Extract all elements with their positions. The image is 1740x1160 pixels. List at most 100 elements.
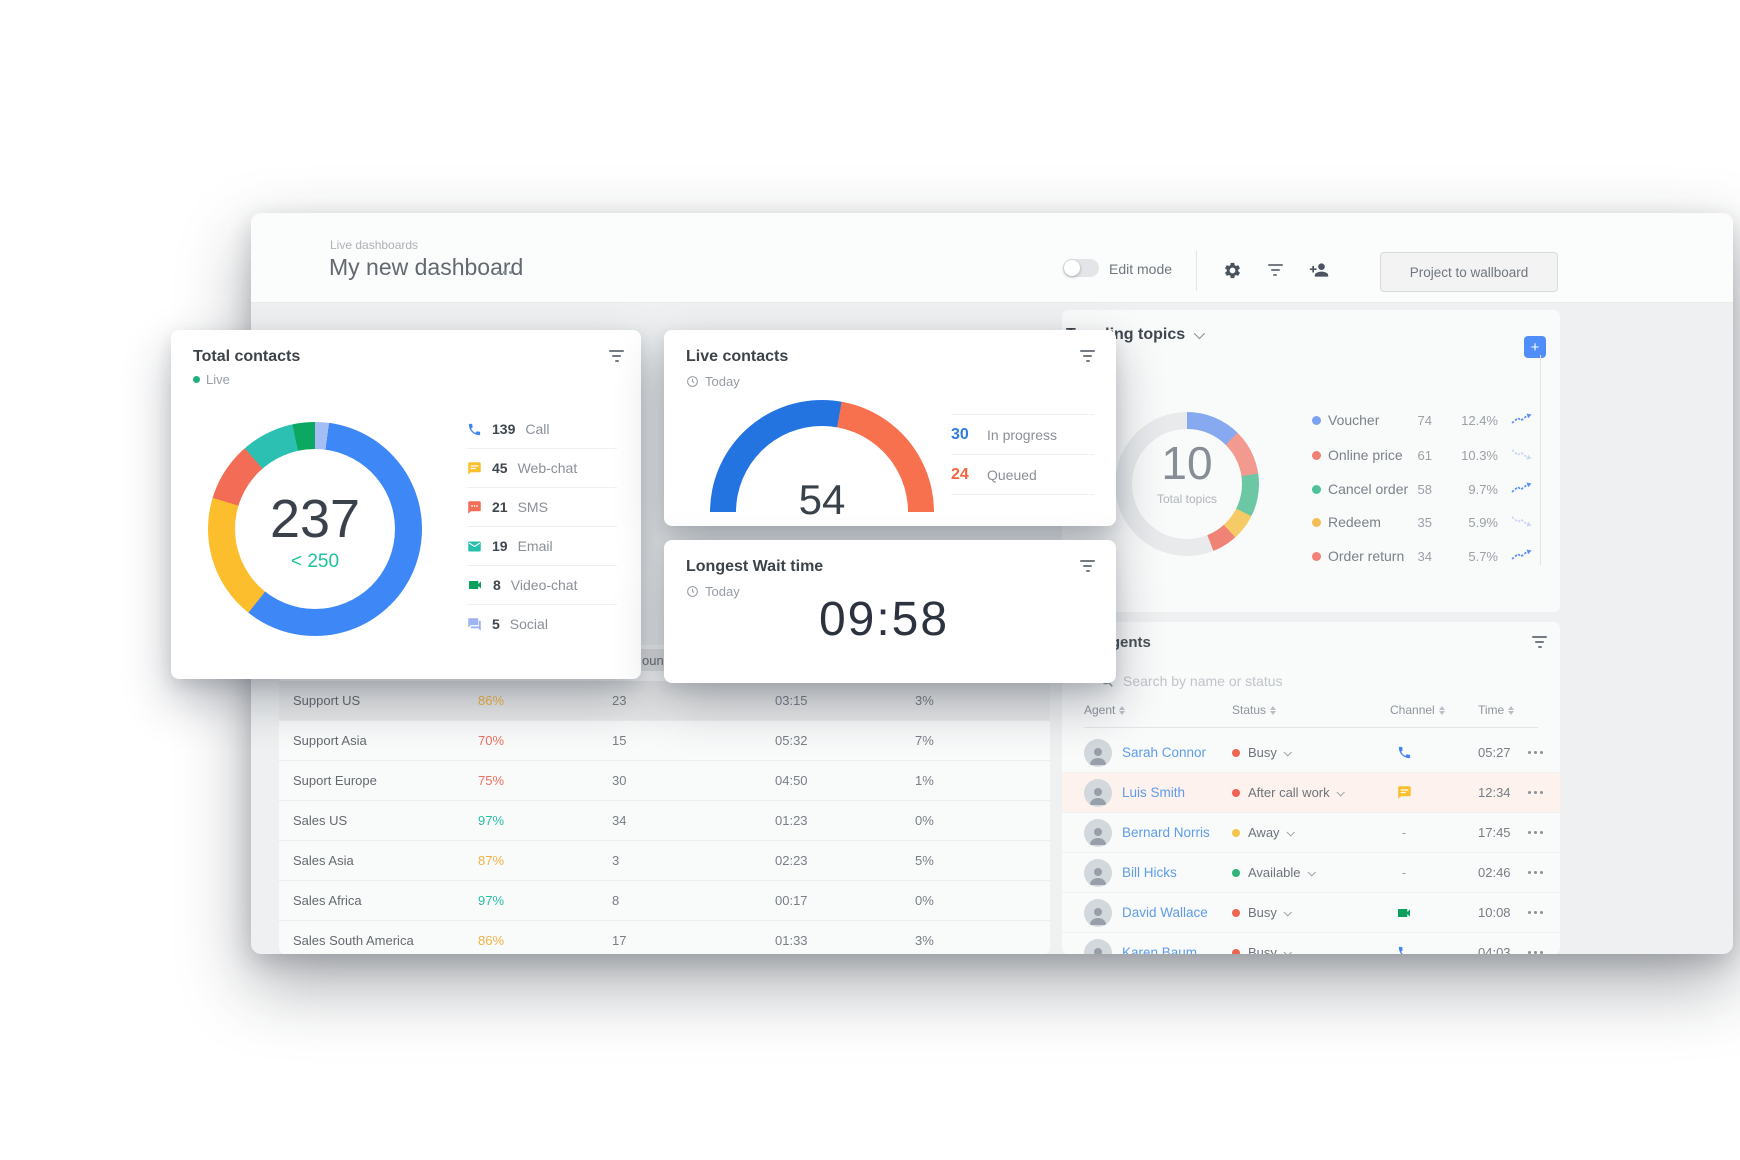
table-row[interactable]: Sales Asia 87% 3 02:23 5%: [279, 841, 1050, 881]
agent-time: 12:34: [1478, 773, 1511, 812]
column-header-agent[interactable]: Agent: [1084, 703, 1125, 717]
topic-value: 74: [1370, 413, 1432, 428]
chevron-down-icon: [1283, 948, 1291, 954]
filter-icon[interactable]: [1080, 350, 1095, 362]
live-contacts-value: 54: [762, 476, 882, 524]
trend-down-icon: [1510, 447, 1536, 463]
row-menu-ellipsis-icon[interactable]: [1528, 773, 1543, 812]
phone-icon: [467, 422, 482, 437]
queued-label: Queued: [987, 467, 1037, 483]
column-header-channel[interactable]: Channel: [1390, 703, 1445, 717]
card-title: Longest Wait time: [686, 558, 823, 576]
agent-row[interactable]: Luis Smith After call work - 12:34: [1062, 773, 1560, 813]
table-row[interactable]: Sales Africa 97% 8 00:17 0%: [279, 881, 1050, 921]
agent-name-link[interactable]: David Wallace: [1122, 893, 1208, 932]
trend-up-icon: [1510, 412, 1536, 428]
header-divider: [1084, 727, 1538, 728]
contacts-total: 237 < 250: [215, 492, 415, 573]
add-widget-icon[interactable]: +: [1524, 336, 1546, 358]
channel-cell: -: [1392, 733, 1416, 772]
queue-count: 3: [612, 841, 619, 880]
row-menu-ellipsis-icon[interactable]: [1528, 933, 1543, 954]
agent-name-link[interactable]: Luis Smith: [1122, 773, 1185, 812]
chevron-down-icon: [1194, 328, 1205, 339]
video-camera-icon: [1396, 905, 1412, 921]
status-dot: [1232, 869, 1240, 877]
agent-name-link[interactable]: Bill Hicks: [1122, 853, 1177, 892]
legend-value: 8: [493, 577, 501, 593]
channel-cell: -: [1392, 933, 1416, 954]
trend-up-icon: [1510, 548, 1536, 564]
queue-time: 05:32: [775, 721, 808, 760]
channels-legend: 139 Call 45 Web-chat 21 SMS 19 Email 8: [467, 410, 617, 643]
queues-rows: Support US 86% 23 03:15 3% Support Asia …: [279, 681, 1050, 954]
breadcrumb[interactable]: Live dashboards: [330, 238, 418, 252]
topic-percent: 5.9%: [1430, 515, 1498, 530]
row-menu-ellipsis-icon[interactable]: [1528, 813, 1543, 852]
table-row[interactable]: Suport Europe 75% 30 04:50 1%: [279, 761, 1050, 801]
column-header-time[interactable]: Time: [1478, 703, 1514, 717]
topic-row[interactable]: Online price 61 10.3%: [1062, 441, 1560, 471]
legend-value: 5: [492, 616, 500, 632]
status-dropdown[interactable]: Busy: [1248, 933, 1290, 954]
status-dropdown[interactable]: Away: [1248, 813, 1293, 852]
queue-name: Support Asia: [293, 721, 367, 760]
person-add-icon[interactable]: [1308, 259, 1330, 281]
agent-row[interactable]: Bill Hicks Available - 02:46: [1062, 853, 1560, 893]
avatar: [1084, 773, 1112, 812]
chevron-down-icon: [1336, 788, 1344, 796]
agent-row[interactable]: Karen Baum Busy - 04:03: [1062, 933, 1560, 954]
clock-icon: [686, 585, 699, 598]
table-row[interactable]: Sales South America 86% 17 01:33 3%: [279, 921, 1050, 954]
status-dropdown[interactable]: After call work: [1248, 773, 1343, 812]
status-dropdown[interactable]: Busy: [1248, 893, 1290, 932]
topic-row[interactable]: Redeem 35 5.9%: [1062, 508, 1560, 538]
live-dot-icon: [193, 376, 200, 383]
page: Live dashboards My new dashboard Edit mo…: [0, 0, 1740, 1160]
legend-label: Video-chat: [511, 577, 578, 593]
edit-mode-toggle[interactable]: [1063, 259, 1099, 277]
gear-icon[interactable]: [1221, 259, 1243, 281]
agent-row[interactable]: David Wallace Busy - 10:08: [1062, 893, 1560, 933]
column-header-status[interactable]: Status: [1232, 703, 1276, 717]
agent-row[interactable]: Sarah Connor Busy - 05:27: [1062, 733, 1560, 773]
stat-row: 30 In progress: [951, 414, 1094, 454]
total-contacts-card: Total contacts Live 237 < 250 139 Call 4…: [171, 330, 641, 679]
agent-row[interactable]: Bernard Norris Away - 17:45: [1062, 813, 1560, 853]
stat-row: 24 Queued: [951, 454, 1094, 495]
agent-time: 05:27: [1478, 733, 1511, 772]
queued-value: 24: [951, 466, 975, 484]
scrollbar[interactable]: [1540, 355, 1541, 565]
agent-name-link[interactable]: Sarah Connor: [1122, 733, 1206, 772]
agent-name-link[interactable]: Karen Baum: [1122, 933, 1197, 954]
queue-pct2: 7%: [915, 721, 934, 760]
filter-icon[interactable]: [1264, 259, 1286, 281]
channel-cell: -: [1392, 893, 1416, 932]
agent-time: 04:03: [1478, 933, 1511, 954]
table-row[interactable]: Support US 86% 23 03:15 3%: [279, 681, 1050, 721]
table-row[interactable]: Sales US 97% 34 01:23 0%: [279, 801, 1050, 841]
title-menu-ellipsis-icon[interactable]: [497, 271, 512, 274]
topic-row[interactable]: Voucher 74 12.4%: [1062, 406, 1560, 436]
trend-down-icon: [1510, 514, 1536, 530]
table-row[interactable]: Support Asia 70% 15 05:32 7%: [279, 721, 1050, 761]
queues-panel: ound Support US 86% 23 03:15 3% Support …: [279, 645, 1050, 954]
topic-row[interactable]: Order return 34 5.7%: [1062, 542, 1560, 572]
card-subtitle: Today: [686, 374, 740, 389]
row-menu-ellipsis-icon[interactable]: [1528, 853, 1543, 892]
row-menu-ellipsis-icon[interactable]: [1528, 893, 1543, 932]
filter-icon[interactable]: [1080, 560, 1095, 572]
status-dropdown[interactable]: Available: [1248, 853, 1314, 892]
row-menu-ellipsis-icon[interactable]: [1528, 733, 1543, 772]
search-input[interactable]: Search by name or status: [1100, 673, 1283, 689]
card-subtitle: Today: [686, 584, 740, 599]
filter-icon[interactable]: [609, 350, 624, 362]
agent-name-link[interactable]: Bernard Norris: [1122, 813, 1210, 852]
topic-row[interactable]: Cancel order 58 9.7%: [1062, 475, 1560, 505]
queue-pct2: 5%: [915, 841, 934, 880]
page-title: My new dashboard: [329, 254, 523, 281]
project-to-wallboard-button[interactable]: Project to wallboard: [1380, 252, 1558, 292]
topic-value: 61: [1370, 448, 1432, 463]
filter-icon[interactable]: [1532, 636, 1547, 648]
status-dropdown[interactable]: Busy: [1248, 733, 1290, 772]
